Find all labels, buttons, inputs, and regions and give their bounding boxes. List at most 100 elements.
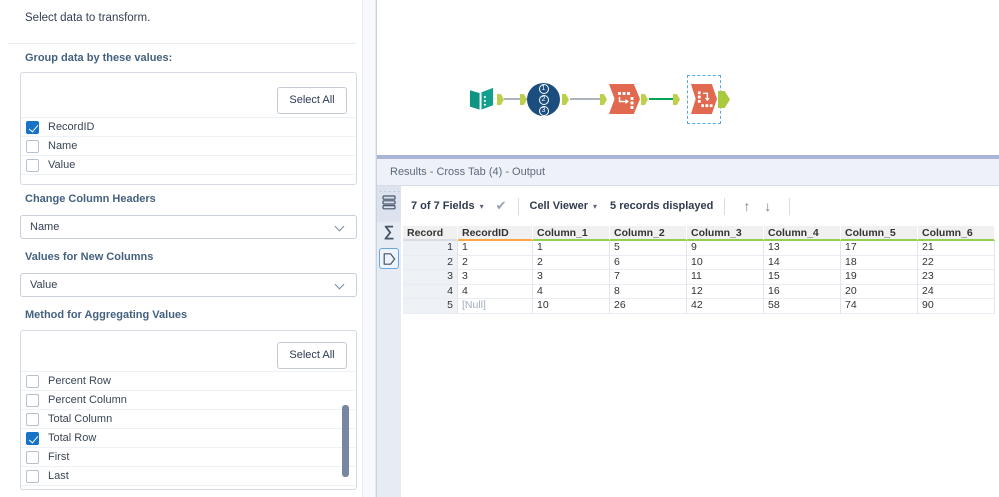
checkbox[interactable]	[26, 393, 39, 407]
checkbox[interactable]	[26, 469, 39, 483]
input-anchor[interactable]	[520, 94, 527, 105]
results-header[interactable]: Results - Cross Tab (4) - Output	[377, 159, 999, 186]
numbered-circle-icon: 2	[538, 94, 549, 105]
table-cell[interactable]: 24	[918, 284, 995, 300]
aggregation-select-all-button[interactable]: Select All	[277, 342, 347, 369]
checkbox[interactable]	[26, 450, 39, 464]
group-by-select-all-button[interactable]: Select All	[277, 87, 347, 114]
table-cell[interactable]: [Null]	[458, 299, 533, 314]
aggregation-item[interactable]: Percent Row	[21, 372, 356, 391]
cell-viewer-dropdown[interactable]: Cell Viewer ▾	[530, 200, 598, 212]
column-header[interactable]: Column_6	[918, 226, 995, 241]
layout-dock-button[interactable]: ·····	[377, 186, 401, 222]
connection-wire-green[interactable]	[649, 98, 673, 100]
tool-text-input[interactable]	[468, 84, 495, 117]
checkbox[interactable]	[26, 120, 39, 134]
row-number-cell[interactable]: 4	[403, 284, 458, 300]
aggregation-item[interactable]: Total Column	[21, 410, 356, 429]
table-cell[interactable]: 4	[533, 284, 610, 300]
checkbox[interactable]	[26, 412, 39, 426]
table-cell[interactable]: 20	[841, 284, 918, 300]
table-cell[interactable]: 6	[610, 255, 687, 271]
table-cell[interactable]: 19	[841, 270, 918, 285]
column-header[interactable]: Column_5	[841, 226, 918, 241]
table-cell[interactable]: 90	[918, 299, 995, 314]
config-panel-scrollbar-track[interactable]	[362, 0, 376, 497]
column-header[interactable]: Record	[403, 226, 458, 241]
table-cell[interactable]: 1	[533, 241, 610, 256]
table-cell[interactable]: 58	[764, 299, 841, 314]
table-cell[interactable]: 18	[841, 255, 918, 271]
group-by-item[interactable]: RecordID	[21, 118, 356, 137]
table-cell[interactable]: 2	[533, 255, 610, 271]
fields-dropdown[interactable]: 7 of 7 Fields ▾	[411, 200, 484, 212]
listbox-scrollbar-thumb[interactable]	[342, 405, 349, 477]
table-cell[interactable]: 23	[918, 270, 995, 285]
table-cell[interactable]: 74	[841, 299, 918, 314]
checkbox[interactable]	[26, 139, 39, 153]
table-cell[interactable]: 2	[458, 255, 533, 271]
checkbox[interactable]	[26, 431, 39, 445]
table-cell[interactable]: 26	[610, 299, 687, 314]
column-header[interactable]: Column_1	[533, 226, 610, 241]
table-cell[interactable]: 9	[687, 241, 764, 256]
data-view-button[interactable]	[379, 248, 399, 269]
table-cell[interactable]: 1	[458, 241, 533, 256]
table-cell[interactable]: 7	[610, 270, 687, 285]
toolbar-separator	[789, 197, 791, 215]
table-cell[interactable]: 8	[610, 284, 687, 300]
checkbox[interactable]	[26, 158, 39, 172]
row-number-cell[interactable]: 2	[403, 255, 458, 271]
chevron-down-icon: ▾	[593, 201, 598, 211]
table-cell[interactable]: 17	[841, 241, 918, 256]
workflow-canvas[interactable]: 1 2 3	[377, 0, 999, 155]
scroll-up-button[interactable]: ↑	[743, 198, 750, 214]
table-cell[interactable]: 15	[764, 270, 841, 285]
table-cell[interactable]: 3	[458, 270, 533, 285]
output-anchor[interactable]	[718, 91, 730, 108]
output-anchor[interactable]	[497, 94, 504, 105]
table-cell[interactable]: 12	[687, 284, 764, 300]
output-anchor[interactable]	[562, 94, 569, 105]
group-by-item[interactable]: Name	[21, 137, 356, 156]
column-header[interactable]: Column_4	[764, 226, 841, 241]
table-cell[interactable]: 42	[687, 299, 764, 314]
aggregation-item[interactable]: Total Row	[21, 429, 356, 448]
row-number-cell[interactable]: 1	[403, 241, 458, 256]
values-for-new-columns-select[interactable]: Value	[20, 273, 357, 297]
output-anchor[interactable]	[641, 94, 648, 105]
table-cell[interactable]: 16	[764, 284, 841, 300]
connection-wire[interactable]	[570, 98, 600, 100]
apply-check-icon[interactable]: ✔	[496, 198, 507, 214]
scroll-down-button[interactable]: ↓	[764, 198, 771, 214]
row-number-cell[interactable]: 3	[403, 270, 458, 285]
table-cell[interactable]: 21	[918, 241, 995, 256]
aggregation-item[interactable]: First	[21, 448, 356, 467]
table-cell[interactable]: 22	[918, 255, 995, 271]
column-header[interactable]: RecordID	[458, 226, 533, 241]
input-anchor[interactable]	[673, 94, 680, 105]
table-cell[interactable]: 3	[533, 270, 610, 285]
table-cell[interactable]: 13	[764, 241, 841, 256]
row-number-cell[interactable]: 5	[403, 299, 458, 314]
table-cell[interactable]: 14	[764, 255, 841, 271]
records-displayed-label: 5 records displayed	[610, 200, 714, 212]
aggregation-item[interactable]: Last	[21, 467, 356, 486]
change-column-headers-select[interactable]: Name	[20, 215, 357, 239]
tool-record-id[interactable]: 1 2 3	[527, 83, 560, 116]
table-cell[interactable]: 4	[458, 284, 533, 300]
table-cell[interactable]: 5	[610, 241, 687, 256]
table-cell[interactable]: 10	[687, 255, 764, 271]
table-cell[interactable]: 10	[533, 299, 610, 314]
checkbox[interactable]	[26, 374, 39, 388]
column-header[interactable]: Column_3	[687, 226, 764, 241]
table-row: 4 4 4 8 12 16 20 24	[403, 284, 995, 300]
divider	[8, 43, 356, 44]
aggregation-item[interactable]: Percent Column	[21, 391, 356, 410]
group-by-item[interactable]: Value	[21, 156, 356, 175]
table-cell[interactable]: 11	[687, 270, 764, 285]
metadata-view-button[interactable]: ∑	[377, 223, 401, 240]
input-anchor[interactable]	[600, 94, 607, 105]
column-header[interactable]: Column_2	[610, 226, 687, 241]
tool-transpose[interactable]	[609, 84, 640, 114]
